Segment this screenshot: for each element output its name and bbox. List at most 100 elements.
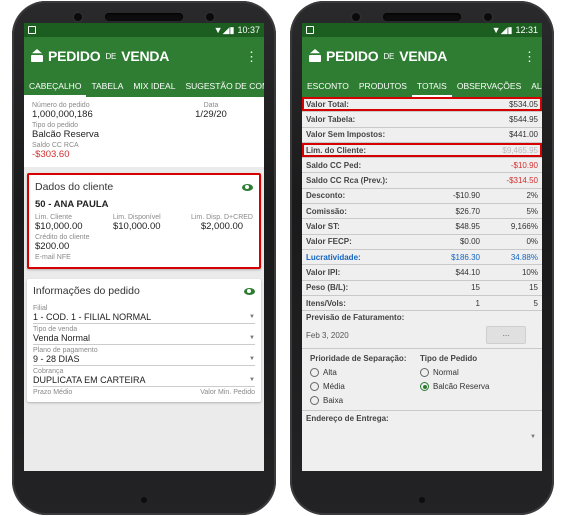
row-label: Desconto: — [306, 191, 346, 201]
row-label: Valor Tabela: — [306, 114, 356, 124]
previsao-date: Feb 3, 2020 — [306, 330, 349, 340]
dropdown-icon: ▼ — [249, 377, 255, 383]
totals-row: Peso (B/L): 15 15 — [302, 281, 542, 296]
radio-media[interactable]: Média — [310, 382, 412, 392]
signal-icon: ▼◢▮ — [213, 24, 235, 35]
field-label: E-mail NFE — [35, 254, 71, 261]
more-menu-icon[interactable]: ⋮ — [245, 50, 258, 63]
totals-table: Valor Total: $534.05 Valor Tabela: $544.95 V… — [302, 97, 542, 312]
radio-icon — [420, 368, 429, 378]
eye-icon[interactable] — [242, 183, 253, 191]
radio-label: Média — [323, 382, 345, 392]
row-percent: 15 — [529, 283, 538, 293]
cobranca-select[interactable]: DUPLICATA EM CARTEIRA ▼ — [33, 375, 255, 387]
order-type: Balcão Reserva — [32, 129, 100, 140]
brand-logo: PEDIDO DE VENDA — [308, 48, 447, 64]
totals-row: Valor Sem Impostos: $441.00 — [302, 128, 542, 143]
tab-mix-ideal[interactable]: MIX IDEAL — [128, 81, 180, 91]
filial-select[interactable]: 1 - COD. 1 - FILIAL NORMAL ▼ — [33, 312, 255, 324]
row-percent: 5% — [526, 206, 538, 216]
home-dot — [141, 497, 147, 503]
totals-row: Saldo CC Ped: -$10.90 — [302, 158, 542, 174]
row-percent: -$314.50 — [506, 176, 538, 186]
dropdown-icon: ▼ — [530, 434, 536, 441]
tab-cabecalho[interactable]: CABEÇALHO — [24, 75, 87, 97]
field-label: Lim. Disp. D+CRED — [190, 214, 253, 221]
available-value: $10,000.00 — [112, 221, 161, 232]
radio-normal[interactable]: Normal — [420, 368, 489, 378]
radio-label: Alta — [323, 368, 337, 378]
left-screen: ▼◢▮ 10:37 PEDIDO DE VENDA ⋮ CABEÇALHO TABE… — [24, 23, 264, 471]
previsao-row: Feb 3, 2020 ... — [302, 324, 542, 350]
limit-value: $10,000.00 — [35, 221, 83, 232]
status-time: 12:31 — [515, 25, 538, 35]
tab-alerta[interactable]: ALERTA — [526, 81, 542, 91]
row-percent: 0% — [526, 237, 538, 247]
tipo-pedido-label: Tipo de Pedido — [420, 354, 478, 364]
tab-desconto[interactable]: ESCONTO — [302, 81, 354, 91]
radio-icon — [310, 368, 319, 378]
brand-part: VENDA — [121, 48, 170, 64]
endereco-label: Endereço de Entrega: — [306, 414, 389, 424]
row-percent: 2% — [526, 191, 538, 201]
brand-part: PEDIDO — [326, 48, 379, 64]
field-label: Crédito do cliente — [35, 234, 90, 241]
field-label: Cobrança — [33, 368, 64, 375]
prioridade-label: Prioridade de Separação: — [310, 354, 407, 364]
tab-sugestao[interactable]: SUGESTÃO DE COMPRA — [180, 81, 264, 91]
field-label: Tipo do pedido — [32, 122, 79, 129]
row-label: Itens/Vols: — [306, 298, 346, 308]
tab-totais[interactable]: TOTAIS — [411, 75, 452, 97]
row-percent: -$10.90 — [510, 160, 538, 170]
totals-row: Valor IPI: $44.10 10% — [302, 265, 542, 281]
totals-row: Valor FECP: $0.00 0% — [302, 235, 542, 250]
house-icon — [30, 49, 44, 63]
notification-icon — [306, 26, 314, 34]
radio-selected-icon — [420, 382, 429, 392]
radio-icon — [310, 396, 319, 406]
previsao-label: Previsão de Faturamento: — [306, 313, 405, 323]
right-phone: ▼◢▮ 12:31 PEDIDO DE VENDA ⋮ ESCONTO PRODUT… — [290, 1, 554, 515]
tab-tabela[interactable]: TABELA — [86, 81, 128, 91]
row-value: -$10.90 — [452, 191, 480, 201]
field-label: Prazo Médio — [33, 389, 73, 396]
right-screen: ▼◢▮ 12:31 PEDIDO DE VENDA ⋮ ESCONTO PRODUT… — [302, 23, 542, 471]
field-label: Plano de pagamento — [33, 347, 98, 354]
row-percent: $544.95 — [509, 114, 538, 124]
order-number: 1,000,000,186 — [32, 109, 93, 120]
tab-produtos[interactable]: PRODUTOS — [354, 81, 412, 91]
totals-row: Saldo CC Rca (Prev.): -$314.50 — [302, 173, 542, 189]
endereco-select[interactable]: Endereço de Entrega: ▼ — [302, 410, 542, 444]
brand-part: PEDIDO — [48, 48, 101, 64]
speaker — [105, 13, 183, 21]
tab-observacoes[interactable]: OBSERVAÇÕES — [452, 81, 526, 91]
eye-icon[interactable] — [244, 287, 255, 295]
radio-balcao-reserva[interactable]: Balcão Reserva — [420, 382, 489, 392]
row-percent: 34.88% — [510, 252, 538, 262]
camera-icon — [72, 11, 84, 23]
totals-row: Lucratividade: $186.30 34.88% — [302, 250, 542, 266]
plano-select[interactable]: 9 - 28 DIAS ▼ — [33, 354, 255, 366]
card-title: Dados do cliente — [35, 181, 114, 193]
brand-part: DE — [105, 51, 117, 61]
row-percent: $9,465.95 — [502, 145, 538, 155]
date-picker-button[interactable]: ... — [486, 326, 526, 345]
row-percent: 10% — [521, 267, 538, 277]
radio-label: Normal — [433, 368, 459, 378]
radio-baixa[interactable]: Baixa — [310, 396, 412, 406]
field-label: Lim. Cliente — [35, 214, 72, 221]
left-phone: ▼◢▮ 10:37 PEDIDO DE VENDA ⋮ CABEÇALHO TABE… — [12, 1, 276, 515]
options-section: Prioridade de Separação: Alta Média Baix… — [302, 349, 542, 410]
row-label: Valor Total: — [306, 99, 349, 109]
client-name: 50 - ANA PAULA — [35, 199, 109, 210]
row-value: 1 — [475, 298, 480, 308]
app-bar: PEDIDO DE VENDA ⋮ — [302, 37, 542, 75]
row-label: Valor FECP: — [306, 237, 352, 247]
more-menu-icon[interactable]: ⋮ — [523, 50, 536, 63]
row-value: $26.70 — [455, 206, 480, 216]
tipo-venda-select[interactable]: Venda Normal ▼ — [33, 333, 255, 345]
tab-bar: CABEÇALHO TABELA MIX IDEAL SUGESTÃO DE C… — [24, 75, 264, 97]
status-bar: ▼◢▮ 12:31 — [302, 23, 542, 37]
radio-alta[interactable]: Alta — [310, 368, 412, 378]
dcred-value: $2,000.00 — [200, 221, 244, 232]
